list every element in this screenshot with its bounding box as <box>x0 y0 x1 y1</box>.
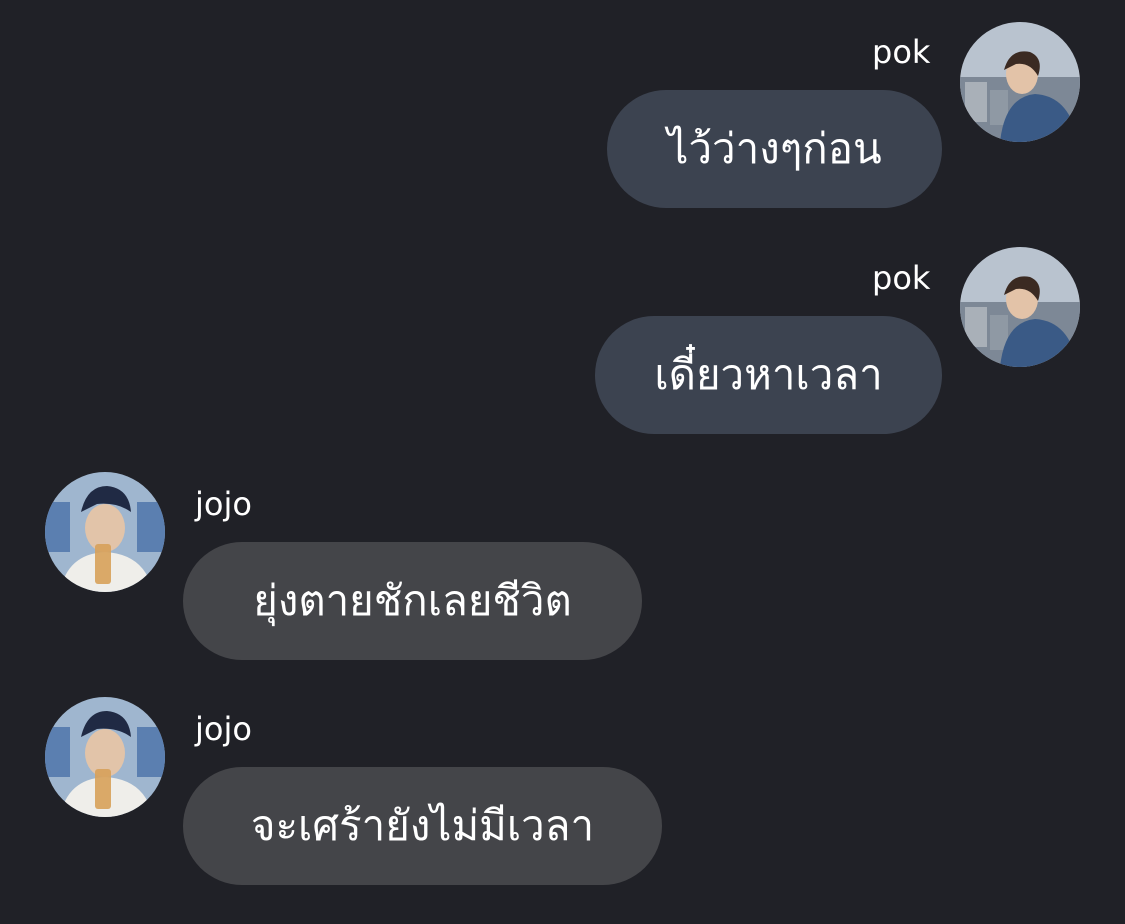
message-bubble[interactable]: เดี๋ยวหาเวลา <box>595 316 942 434</box>
message-bubble[interactable]: ไว้ว่างๆก่อน <box>607 90 942 208</box>
avatar-pok[interactable] <box>960 22 1080 142</box>
message-bubble[interactable]: จะเศร้ายังไม่มีเวลา <box>183 767 662 885</box>
avatar-jojo[interactable] <box>45 697 165 817</box>
chat-thread: pok ไว้ว่างๆก่อน pok เดี๋ยวหาเวลา jojo ย… <box>0 0 1125 924</box>
sender-name: pok <box>872 259 931 297</box>
sender-name: jojo <box>195 710 252 748</box>
avatar-jojo[interactable] <box>45 472 165 592</box>
avatar-pok-photo <box>960 22 1080 142</box>
avatar-jojo-photo <box>45 472 165 592</box>
avatar-pok[interactable] <box>960 247 1080 367</box>
avatar-pok-photo <box>960 247 1080 367</box>
sender-name: pok <box>872 33 931 71</box>
avatar-jojo-photo <box>45 697 165 817</box>
sender-name: jojo <box>195 485 252 523</box>
message-bubble[interactable]: ยุ่งตายชักเลยชีวิต <box>183 542 642 660</box>
